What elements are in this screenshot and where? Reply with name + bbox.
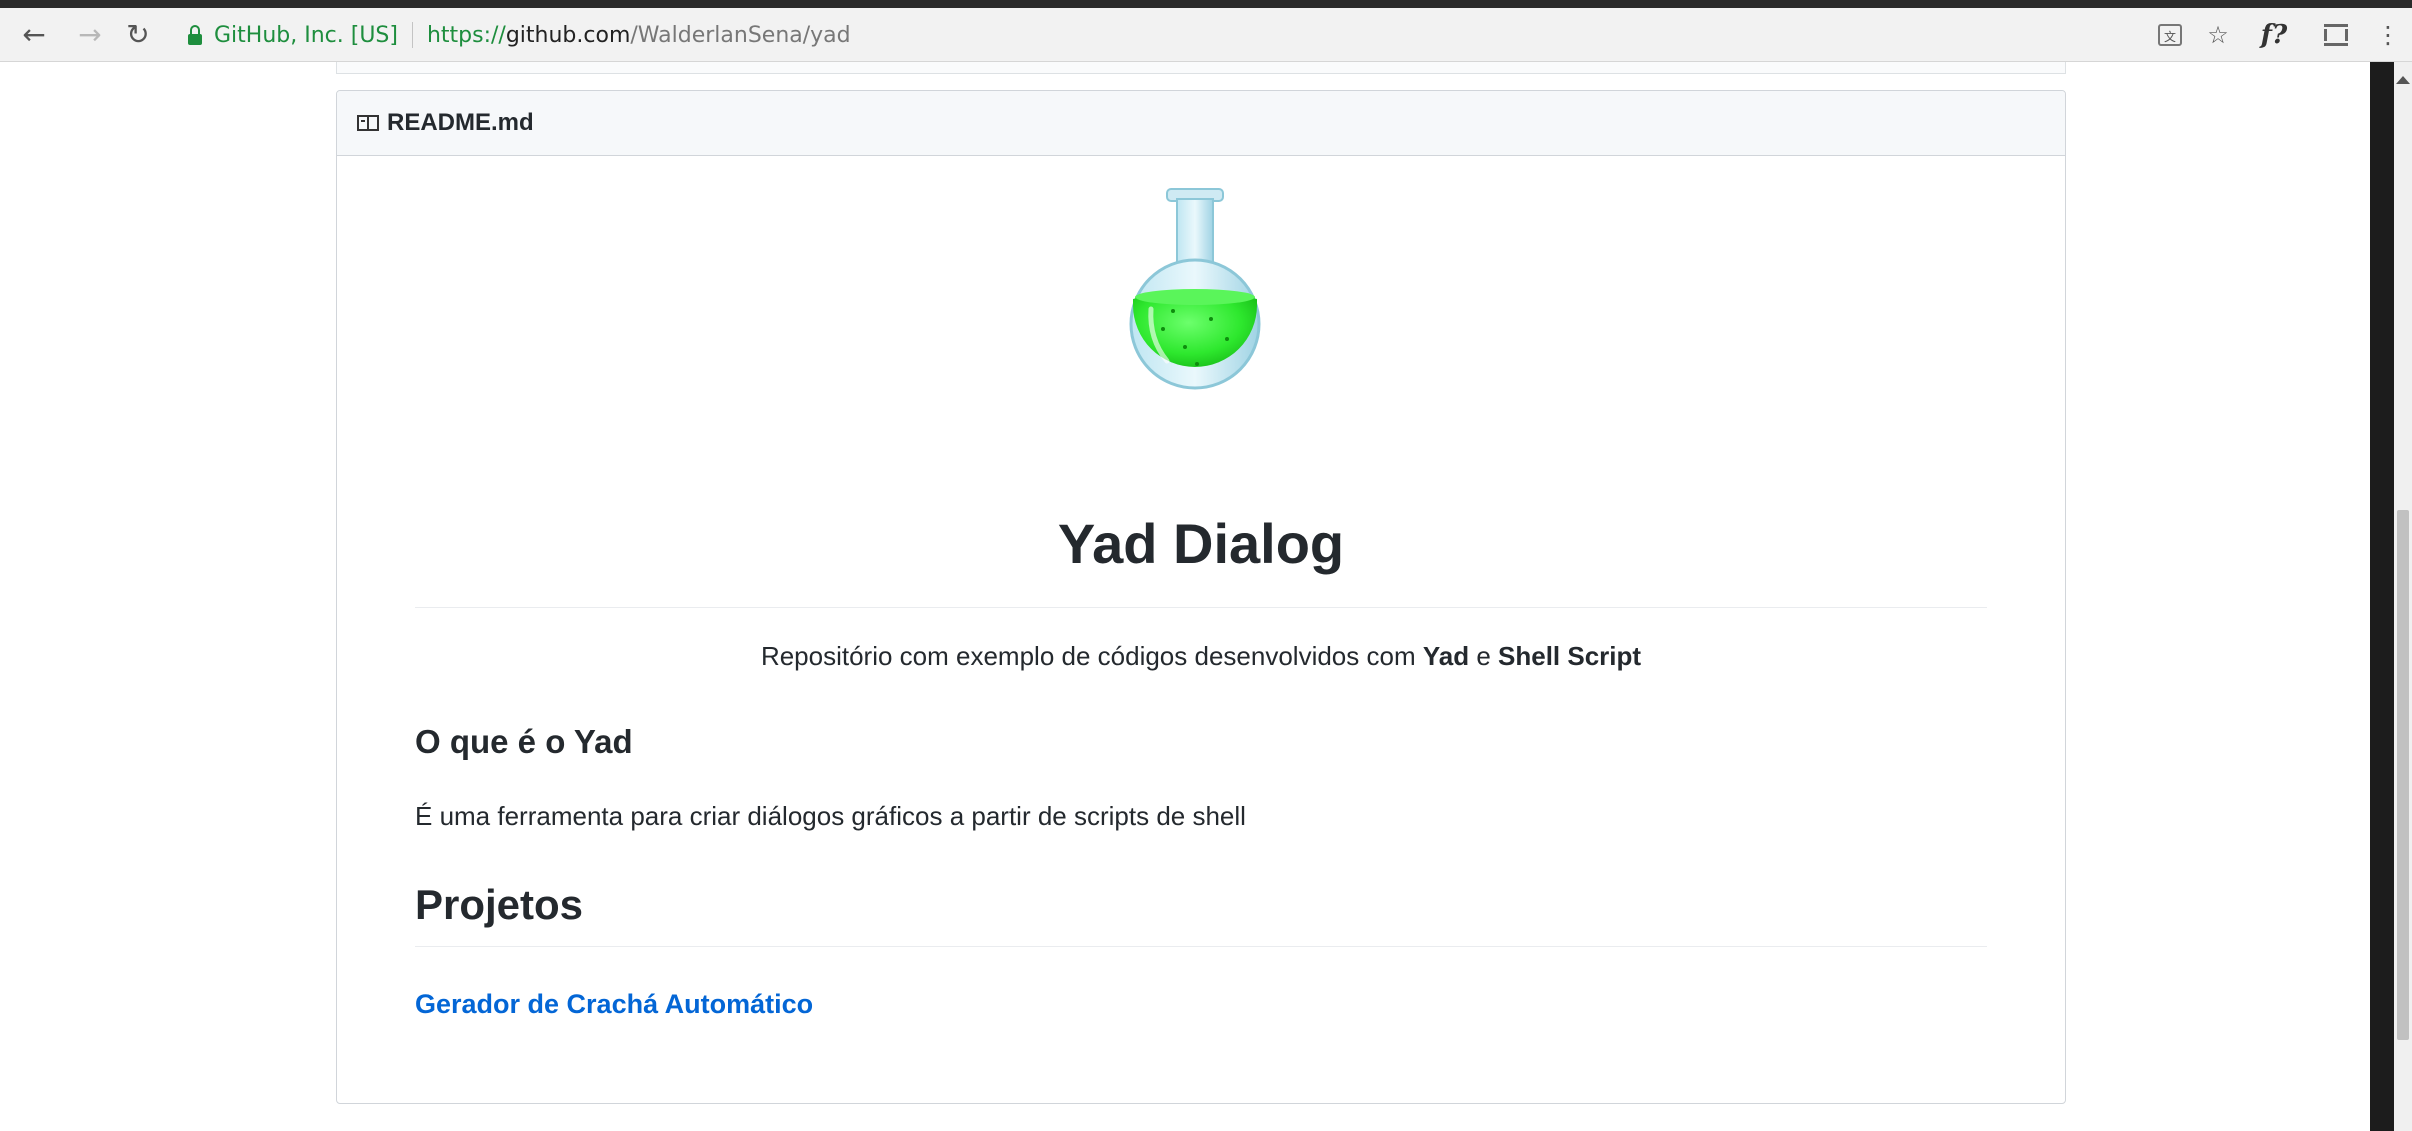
translate-button[interactable]: 文 — [2152, 16, 2188, 54]
book-icon — [357, 115, 379, 131]
address-separator — [411, 22, 413, 48]
readme-description: Repositório com exemplo de códigos desen… — [415, 641, 1987, 672]
readme-header: README.md — [337, 91, 2065, 156]
reload-button[interactable]: ↻ — [118, 14, 158, 54]
lock-icon — [188, 24, 202, 45]
previous-box-bottom — [336, 62, 2066, 74]
projects-divider — [415, 946, 1987, 947]
description-bold-shell: Shell Script — [1498, 641, 1642, 671]
reload-icon: ↻ — [126, 17, 150, 51]
readme-box: README.md Yad Dialog Repositório com exe… — [336, 90, 2066, 1104]
menu-button[interactable]: ⋮ — [2376, 16, 2400, 54]
forward-button[interactable]: → — [70, 14, 110, 54]
section-heading-projects: Projetos — [415, 881, 584, 928]
heading-divider — [415, 607, 1987, 608]
address-bar[interactable]: GitHub, Inc. [US] https://github.com/Wal… — [170, 14, 2120, 56]
star-icon: ☆ — [2207, 21, 2229, 49]
description-conjunction: e — [1469, 641, 1499, 671]
more-vert-icon: ⋮ — [2376, 21, 2400, 49]
readme-title-heading: Yad Dialog — [1057, 512, 1345, 575]
frame-icon — [2324, 24, 2348, 46]
section-heading-what: O que é o Yad — [415, 723, 633, 760]
arrow-right-icon: → — [78, 17, 102, 51]
description-bold-yad: Yad — [1422, 641, 1470, 671]
flask-logo — [1115, 179, 1275, 399]
back-button[interactable]: ← — [14, 14, 54, 54]
scrollbar-thumb[interactable] — [2397, 510, 2409, 1040]
arrow-left-icon: ← — [22, 17, 46, 51]
extension-fx-button[interactable]: f? — [2252, 16, 2296, 54]
readme-filename: README.md — [387, 109, 534, 136]
scroll-up-icon[interactable] — [2396, 76, 2410, 84]
url-scheme: https:// — [426, 22, 506, 48]
url-path: /WalderlanSena/yad — [630, 22, 851, 48]
fx-icon: f? — [2260, 20, 2288, 50]
translate-icon: 文 — [2158, 24, 2182, 46]
url-host: github.com — [505, 22, 631, 48]
window-top-strip — [0, 0, 2412, 8]
extension-frame-button[interactable] — [2318, 16, 2354, 54]
project-link-gerador[interactable]: Gerador de Crachá Automático — [415, 989, 813, 1020]
bookmark-button[interactable]: ☆ — [2200, 16, 2236, 54]
browser-toolbar: ← → ↻ GitHub, Inc. [US] https://github.c… — [0, 8, 2412, 62]
section-text-what: É uma ferramenta para criar diálogos grá… — [415, 801, 1246, 831]
security-label: GitHub, Inc. [US] — [214, 22, 398, 48]
description-text: Repositório com exemplo de códigos desen… — [760, 641, 1423, 671]
